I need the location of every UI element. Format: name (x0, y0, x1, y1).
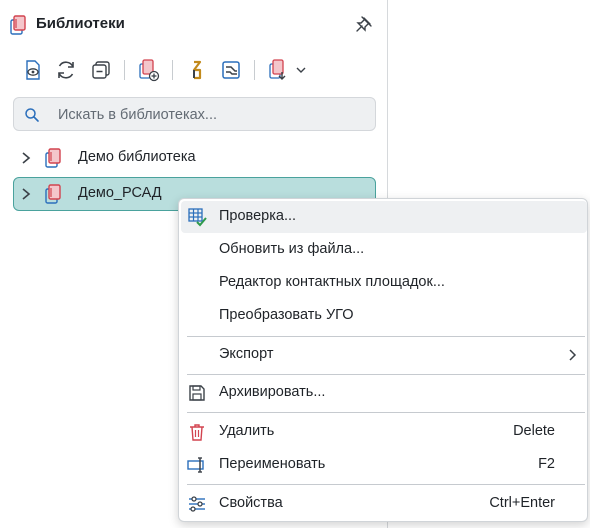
search-box (13, 97, 376, 131)
menu-item-label: Экспорт (219, 346, 274, 362)
menu-item-label: Переименовать (219, 456, 326, 472)
menu-separator (187, 336, 585, 337)
add-library-button[interactable] (136, 56, 162, 84)
add-library-icon (139, 59, 160, 82)
menu-separator (187, 412, 585, 413)
rename-icon (187, 457, 204, 473)
search-input[interactable] (58, 104, 358, 126)
menu-separator (187, 374, 585, 375)
chevron-down-icon (296, 67, 306, 73)
panel-header: Библиотеки (0, 0, 388, 48)
refresh-button[interactable] (53, 56, 79, 84)
properties-icon (189, 496, 205, 512)
panel-title: Библиотеки (36, 15, 125, 32)
symbol-icon (192, 60, 202, 80)
menu-item-convert-symbol[interactable]: Преобразовать УГО (181, 300, 587, 332)
shortcut-label: F2 (538, 456, 555, 472)
toolbar-separator (124, 60, 125, 80)
toolbar (0, 56, 388, 86)
menu-item-label: Удалить (219, 423, 275, 439)
symbol-editor-button[interactable] (184, 56, 210, 84)
footprint-editor-button[interactable] (218, 56, 244, 84)
menu-separator (187, 484, 585, 485)
menu-item-rename[interactable]: Переименовать F2 (181, 449, 587, 481)
footprint-icon (222, 61, 240, 79)
save-icon (189, 385, 205, 401)
pin-icon[interactable] (355, 15, 373, 33)
toolbar-separator (254, 60, 255, 80)
trash-icon (190, 424, 204, 441)
tree-item-label: Демо библиотека (78, 149, 196, 165)
menu-item-label: Свойства (219, 495, 283, 511)
menu-item-pad-editor[interactable]: Редактор контактных площадок... (181, 267, 587, 299)
import-menu-button[interactable] (264, 56, 314, 84)
eye-document-icon (26, 60, 40, 80)
refresh-icon (58, 61, 74, 79)
menu-item-archive[interactable]: Архивировать... (181, 377, 587, 409)
tree-item-demo-library[interactable]: Демо библиотека (13, 141, 376, 175)
menu-item-properties[interactable]: Свойства Ctrl+Enter (181, 488, 587, 520)
shortcut-label: Delete (513, 423, 555, 439)
menu-item-export[interactable]: Экспорт (181, 339, 587, 371)
view-library-button[interactable] (20, 56, 46, 84)
check-table-icon (188, 208, 207, 227)
search-icon (25, 108, 39, 122)
chevron-right-icon[interactable] (19, 186, 33, 202)
collapse-icon (92, 61, 110, 79)
collapse-all-button[interactable] (88, 56, 114, 84)
menu-item-label: Преобразовать УГО (219, 307, 354, 323)
library-book-icon (45, 184, 61, 204)
chevron-right-icon (569, 349, 577, 361)
menu-item-label: Проверка... (219, 208, 297, 224)
tree-item-label: Демо_РСАД (78, 185, 162, 201)
menu-item-label: Обновить из файла... (219, 241, 365, 257)
library-book-icon (45, 148, 61, 168)
shortcut-label: Ctrl+Enter (489, 495, 555, 511)
menu-item-check[interactable]: Проверка... (181, 201, 587, 233)
toolbar-separator (172, 60, 173, 80)
context-menu: Проверка... Обновить из файла... Редакто… (178, 198, 588, 522)
menu-item-update-from-file[interactable]: Обновить из файла... (181, 234, 587, 266)
import-library-icon (269, 59, 306, 80)
menu-item-label: Архивировать... (219, 384, 326, 400)
menu-item-label: Редактор контактных площадок... (219, 274, 445, 290)
library-book-icon (10, 15, 26, 35)
menu-item-delete[interactable]: Удалить Delete (181, 416, 587, 448)
chevron-right-icon[interactable] (19, 150, 33, 166)
